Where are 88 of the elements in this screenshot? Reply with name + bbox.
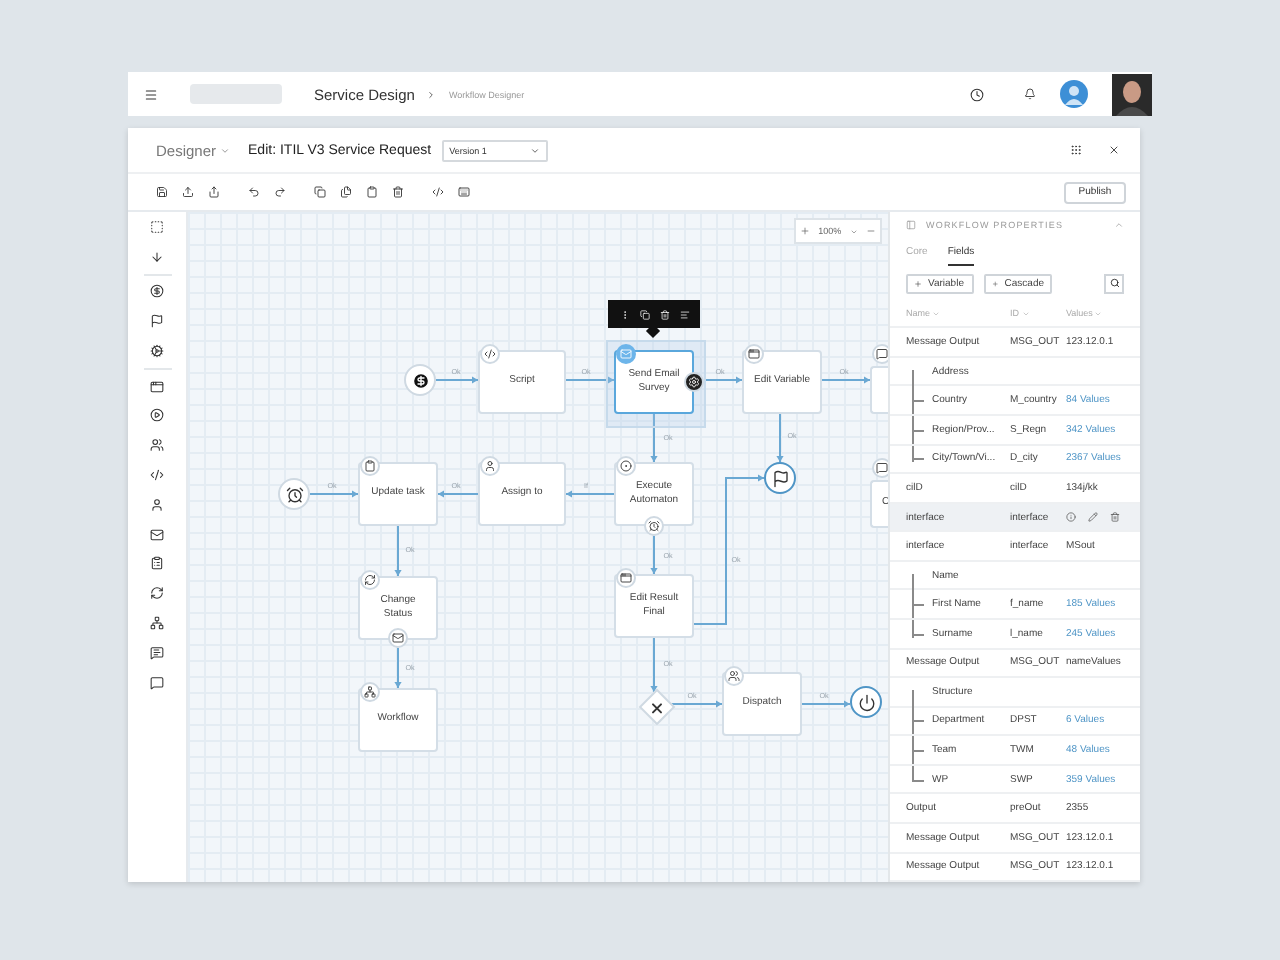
- user-icon: [484, 460, 496, 472]
- target-icon: [620, 460, 632, 472]
- paste-icon: [366, 186, 378, 198]
- menu-icon: [144, 87, 158, 101]
- hierarchy-icon[interactable]: [150, 615, 164, 630]
- chevron-down-icon: [529, 145, 540, 155]
- connector: [394, 647, 402, 689]
- mail-icon[interactable]: [150, 527, 164, 542]
- keyboard-icon: [458, 186, 470, 198]
- users-icon[interactable]: [150, 438, 164, 453]
- copy-icon: [314, 186, 326, 198]
- plus-icon: [800, 226, 811, 236]
- dollar-icon: [411, 371, 429, 389]
- clipboard-icon[interactable]: [150, 556, 164, 571]
- clipboard-icon: [364, 460, 376, 472]
- plus-icon: [914, 279, 922, 288]
- event-node[interactable]: [850, 686, 882, 718]
- event-node[interactable]: [764, 462, 796, 494]
- refresh-icon: [364, 574, 376, 586]
- connector: [703, 376, 743, 384]
- connector: [435, 376, 479, 384]
- connector: [667, 700, 723, 708]
- connector: [776, 411, 784, 463]
- mail-icon: [392, 632, 404, 644]
- hierarchy-icon: [364, 686, 376, 698]
- code-icon[interactable]: [150, 467, 164, 482]
- message-icon: [876, 462, 888, 474]
- alarm-icon: [285, 485, 303, 503]
- gateway-node[interactable]: [637, 687, 675, 725]
- message-icon[interactable]: [150, 645, 164, 660]
- users-icon: [728, 670, 740, 682]
- save-icon: [156, 186, 168, 198]
- task-node[interactable]: [870, 366, 888, 414]
- window-icon: [620, 572, 632, 584]
- search-icon: [1109, 278, 1119, 289]
- connector: [650, 637, 658, 693]
- connector: [650, 535, 658, 575]
- connector: [565, 490, 615, 498]
- info-icon: [1066, 512, 1076, 523]
- connector: [801, 700, 851, 708]
- user-icon[interactable]: [150, 497, 164, 512]
- flag-icon: [771, 469, 789, 487]
- flag-icon[interactable]: [150, 314, 164, 329]
- connector: [309, 490, 359, 498]
- arrow-icon[interactable]: [150, 249, 164, 264]
- window-icon: [748, 348, 760, 360]
- connector: [565, 376, 615, 384]
- chevron-up-icon: [1114, 220, 1124, 231]
- dollar-icon[interactable]: [150, 284, 164, 299]
- select-icon[interactable]: [150, 220, 164, 234]
- align-icon: [679, 309, 689, 319]
- upload-icon: [182, 186, 194, 198]
- cross-icon: [648, 698, 664, 714]
- share-icon: [208, 186, 220, 198]
- code-icon: [484, 348, 496, 360]
- panel-icon: [906, 220, 916, 231]
- mail-icon: [620, 348, 632, 360]
- trash-icon: [659, 309, 669, 319]
- clock-icon: [970, 87, 984, 101]
- play-icon[interactable]: [150, 408, 164, 423]
- message-icon[interactable]: [150, 675, 164, 690]
- gear-icon[interactable]: [150, 343, 164, 358]
- trash-icon: [1110, 512, 1120, 523]
- close-icon: [1108, 144, 1120, 156]
- duplicate-icon: [340, 186, 352, 198]
- copy-icon: [639, 309, 649, 319]
- refresh-icon[interactable]: [150, 586, 164, 601]
- redo-icon: [274, 186, 286, 198]
- connector: [437, 490, 479, 498]
- bell-icon: [1024, 88, 1036, 100]
- alarm-icon: [648, 520, 660, 532]
- logo-placeholder: [190, 84, 282, 104]
- minus-icon: [865, 226, 876, 236]
- connector: [650, 413, 658, 463]
- window-icon[interactable]: [150, 379, 164, 394]
- chevron-icon: [426, 89, 437, 99]
- undo-icon: [248, 186, 260, 198]
- connector: [821, 376, 871, 384]
- edit-icon: [1088, 512, 1098, 523]
- message-icon: [876, 348, 888, 360]
- power-icon: [857, 693, 875, 711]
- trash-icon: [392, 186, 404, 198]
- avatar[interactable]: [1112, 73, 1152, 115]
- chevron-down-icon: [220, 145, 231, 155]
- search-button[interactable]: [1104, 273, 1124, 294]
- gear-icon: [688, 376, 700, 388]
- connector: [394, 525, 402, 577]
- code-icon: [432, 186, 444, 198]
